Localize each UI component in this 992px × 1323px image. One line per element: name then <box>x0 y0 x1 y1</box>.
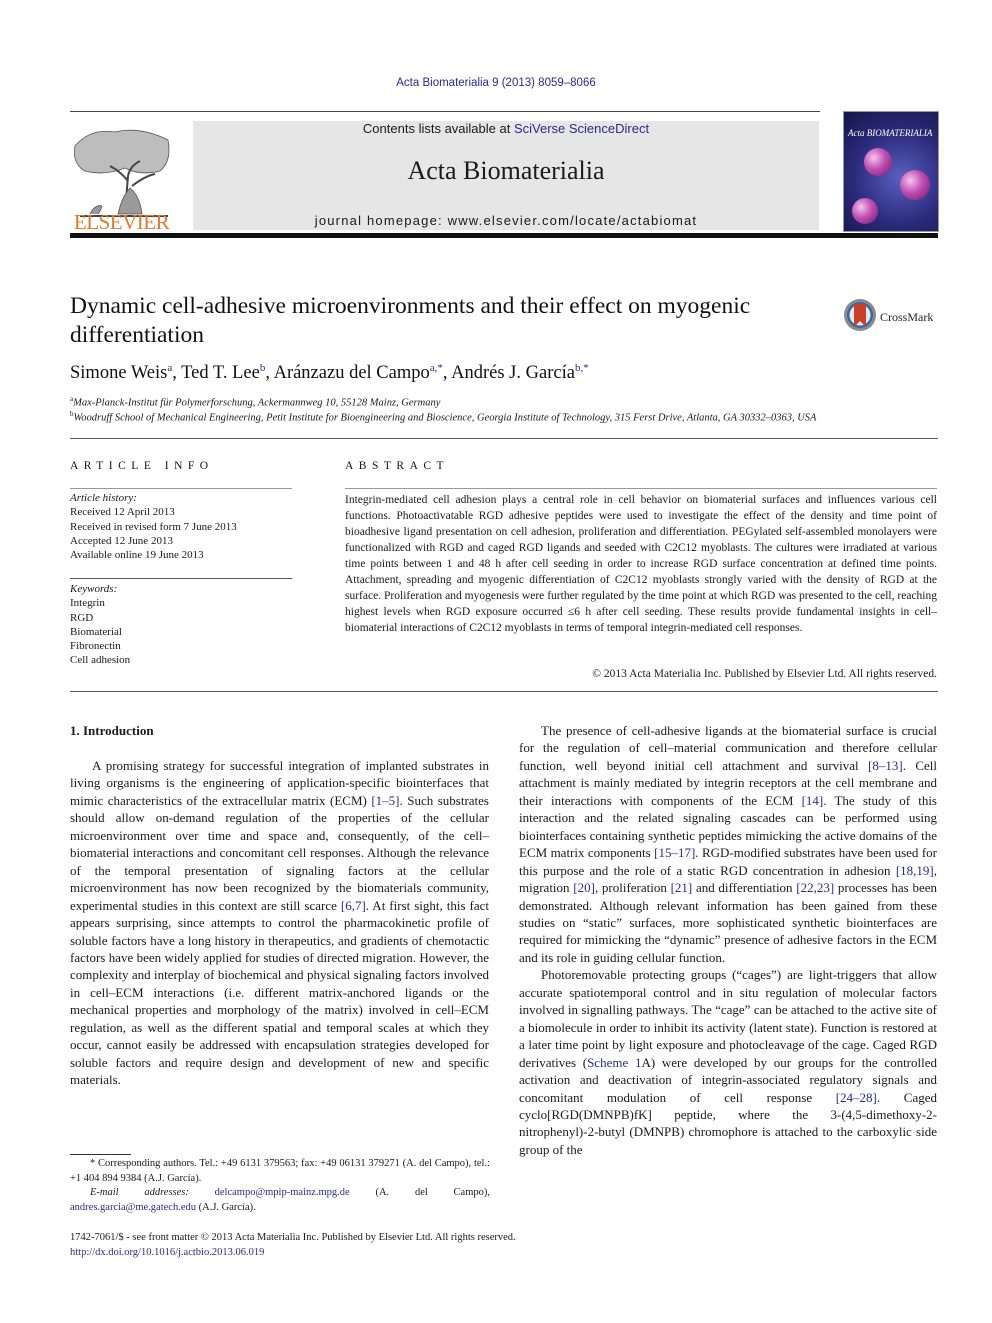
keyword: Biomaterial <box>70 625 122 638</box>
abstract-heading: ABSTRACT <box>345 460 450 472</box>
running-head[interactable]: Acta Biomaterialia 9 (2013) 8059–8066 <box>0 77 992 89</box>
email-link[interactable]: delcampo@mpip-mainz.mpg.de <box>215 1187 350 1198</box>
email-addresses: E-mail addresses: delcampo@mpip-mainz.mp… <box>70 1186 490 1215</box>
citation-link[interactable]: Scheme 1 <box>587 1055 641 1070</box>
header-thick-rule <box>70 233 938 238</box>
paragraph-text: and differentiation <box>692 880 797 896</box>
contents-prefix: Contents lists available at <box>362 121 514 136</box>
affiliation-text: Max-Planck-Institut für Polymerforschung… <box>73 397 441 409</box>
abstract-bottom-rule <box>70 691 938 692</box>
citation-link[interactable]: [24–28] <box>836 1090 877 1105</box>
abstract-text: Integrin-mediated cell adhesion plays a … <box>345 494 937 634</box>
author-affiliation-mark[interactable]: a,* <box>430 362 443 374</box>
citation-link[interactable]: [14] <box>802 793 824 808</box>
cover-sphere-icon <box>864 148 892 176</box>
footnote-rule <box>70 1154 131 1155</box>
header-rule <box>70 111 820 112</box>
citation-link[interactable]: [18,19] <box>896 863 934 878</box>
paragraph: A promising strategy for successful inte… <box>70 757 489 1089</box>
corresponding-author-note: * Corresponding authors. Tel.: +49 6131 … <box>70 1158 490 1184</box>
author-name[interactable]: Aránzazu del Campo <box>274 363 430 383</box>
history-item: Available online 19 June 2013 <box>70 549 204 562</box>
footnotes: * Corresponding authors. Tel.: +49 6131 … <box>70 1157 490 1215</box>
affiliation-a: aMax-Planck-Institut für Polymerforschun… <box>70 395 440 409</box>
citation-link[interactable]: [1–5] <box>371 793 399 808</box>
citation-link[interactable]: [21] <box>671 880 693 895</box>
paragraph-text: , proliferation <box>594 880 671 896</box>
author-name[interactable]: Simone Weis <box>70 363 167 383</box>
abstract-rule <box>345 488 937 489</box>
history-item: Accepted 12 June 2013 <box>70 534 173 547</box>
keywords-label: Keywords: <box>70 583 118 595</box>
article-info-heading: ARTICLE INFO <box>70 460 214 472</box>
history-item: Received 12 April 2013 <box>70 506 175 519</box>
doi-link[interactable]: http://dx.doi.org/10.1016/j.actbio.2013.… <box>70 1247 264 1258</box>
keyword: Fibronectin <box>70 640 121 653</box>
journal-name: Acta Biomaterialia <box>407 156 605 185</box>
email-link[interactable]: andres.garcia@me.gatech.edu <box>70 1202 196 1213</box>
keywords-rule <box>70 578 292 579</box>
author-name[interactable]: Andrés J. García <box>451 363 575 383</box>
affiliation-b: bWoodruff School of Mechanical Engineeri… <box>70 410 816 424</box>
publisher-logo-text: ELSEVIER <box>73 210 170 234</box>
email-owner: (A.J. García). <box>195 1201 256 1213</box>
contents-line: Contents lists available at SciVerse Sci… <box>193 121 819 136</box>
section-title-introduction: 1. Introduction <box>70 723 154 738</box>
citation-link[interactable]: [8–13] <box>868 758 903 773</box>
citation-link[interactable]: [22,23] <box>796 880 834 895</box>
paragraph: The presence of cell-adhesive ligands at… <box>519 722 937 966</box>
sciencedirect-link[interactable]: SciVerse ScienceDirect <box>514 121 649 136</box>
keywords: Keywords: Integrin RGD Biomaterial Fibro… <box>70 582 292 668</box>
keyword: RGD <box>70 611 94 624</box>
crossmark-label[interactable]: CrossMark <box>880 310 933 325</box>
author-list: Simone Weisa, Ted T. Leeb, Aránzazu del … <box>70 362 589 384</box>
history-label: Article history: <box>70 492 137 504</box>
cover-sphere-icon <box>852 198 878 224</box>
abstract-copyright: © 2013 Acta Materialia Inc. Published by… <box>592 668 937 680</box>
author-affiliation-mark[interactable]: b,* <box>575 362 589 374</box>
citation-link[interactable]: [15–17] <box>654 845 695 860</box>
citation-link[interactable]: [20] <box>573 880 595 895</box>
citation-link[interactable]: [6,7] <box>341 898 366 913</box>
journal-cover-image: Acta BIOMATERIALIA <box>843 111 939 232</box>
cover-sphere-icon <box>900 170 930 200</box>
keyword: Integrin <box>70 597 105 610</box>
author-name[interactable]: Ted T. Lee <box>181 363 260 383</box>
article-title: Dynamic cell-adhesive microenvironments … <box>70 293 751 348</box>
keyword: Cell adhesion <box>70 654 131 667</box>
author-affiliation-mark[interactable]: a <box>167 362 172 374</box>
article-info-rule <box>70 488 292 489</box>
paragraph: Photoremovable protecting groups (“cages… <box>519 966 937 1158</box>
paragraph-text: . At first sight, this fact appears surp… <box>70 897 489 1088</box>
affiliation-rule <box>70 438 938 439</box>
history-item: Received in revised form 7 June 2013 <box>70 520 237 533</box>
issn-line: 1742-7061/$ - see front matter © 2013 Ac… <box>70 1232 516 1243</box>
body-column-left: A promising strategy for successful inte… <box>70 757 489 1089</box>
crossmark-icon[interactable] <box>843 298 877 332</box>
front-matter: 1742-7061/$ - see front matter © 2013 Ac… <box>70 1231 516 1260</box>
affiliation-text: Woodruff School of Mechanical Engineerin… <box>73 412 817 424</box>
journal-homepage[interactable]: journal homepage: www.elsevier.com/locat… <box>193 213 819 228</box>
cover-title: Acta BIOMATERIALIA <box>848 128 933 138</box>
body-column-right: The presence of cell-adhesive ligands at… <box>519 722 937 1158</box>
email-label: E-mail addresses: <box>90 1187 215 1198</box>
article-history: Article history: Received 12 April 2013 … <box>70 491 292 562</box>
paragraph-text: . Such substrates should allow on-demand… <box>70 792 489 913</box>
email-owner: (A. del Campo), <box>349 1187 490 1198</box>
author-affiliation-mark[interactable]: b <box>260 362 266 374</box>
